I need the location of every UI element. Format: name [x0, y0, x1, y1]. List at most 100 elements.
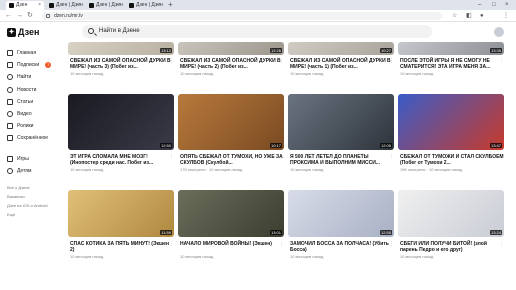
bookmark-icon: [7, 135, 13, 141]
video-thumbnail[interactable]: 10:27: [288, 42, 394, 55]
more-options-icon[interactable]: ⋮: [279, 154, 284, 160]
more-options-icon[interactable]: ⋮: [169, 154, 174, 160]
avatar[interactable]: [494, 27, 504, 37]
more-options-icon[interactable]: ⋮: [499, 58, 504, 64]
tab-close-icon[interactable]: ×: [38, 1, 41, 10]
video-duration: 11:59: [160, 230, 172, 235]
video-card[interactable]: 13:12 СВЕЖАЛ ИЗ САМОЙ ОПАСНОЙ ДУРКИ В МИР…: [68, 42, 174, 77]
more-options-icon[interactable]: ⋮: [169, 241, 174, 247]
video-title[interactable]: ОПЯТЬ СБЕЖАЛ ОТ ТУМОХИ, НО УЖЕ ЗА СКУЛБО…: [180, 154, 284, 166]
browser-tab[interactable]: Дзен ×: [6, 1, 44, 10]
tab-close-icon[interactable]: ×: [158, 1, 161, 10]
video-title[interactable]: ЭТ ИГРА СЛОМАЛА МНЕ МОЗГ! (Инопостер сре…: [70, 154, 174, 166]
footer-link-jobs[interactable]: Вакансии: [7, 194, 25, 199]
video-thumbnail[interactable]: 12:26: [178, 42, 284, 55]
video-card[interactable]: 12:50 ЭТ ИГРА СЛОМАЛА МНЕ МОЗГ! (Инопосте…: [68, 94, 174, 173]
video-title[interactable]: ЗАМОЧИЛ БОССА ЗА ПОЛЧАСА! (Убить Босса): [290, 241, 394, 253]
maximize-icon[interactable]: □: [492, 0, 496, 10]
video-thumbnail[interactable]: 10:17: [178, 94, 284, 150]
video-title[interactable]: СБЕЖАЛ ОТ ТУМОЖИ И СТАЛ СКУЛБОЕМ (Побег …: [400, 154, 504, 166]
video-duration: 13:12: [159, 48, 172, 53]
video-card[interactable]: 12:05 Я 500 ЛЕТ ЛЕТЕЛ ДО ПЛАНЕТЫ ПРОКСИМА…: [288, 94, 394, 173]
more-options-icon[interactable]: ⋮: [279, 241, 284, 247]
browser-tab[interactable]: Дзен | Дзен ×: [86, 1, 124, 10]
sidebar-item-saved[interactable]: Сохранённое: [7, 133, 48, 143]
browser-tab[interactable]: Дзен | Дзен ×: [46, 1, 84, 10]
search-icon: [88, 28, 94, 34]
video-duration: 12:05: [379, 143, 392, 148]
video-meta: 10 месяцев назад: [70, 254, 104, 259]
video-thumbnail[interactable]: 13:24: [398, 190, 504, 237]
sidebar-item-kids[interactable]: Детям: [7, 166, 31, 176]
video-thumbnail[interactable]: 12:05: [288, 94, 394, 150]
url-field[interactable]: dzen.ru/mr.tv: [42, 12, 442, 20]
more-options-icon[interactable]: ⋮: [279, 58, 284, 64]
more-options-icon[interactable]: ⋮: [389, 58, 394, 64]
minimize-icon[interactable]: –: [478, 0, 481, 10]
profile-icon[interactable]: ●: [480, 11, 484, 21]
sidebar-item-articles[interactable]: Статьи: [7, 97, 33, 107]
video-card[interactable]: 12:26 СВЕЖАЛ ИЗ САМОЙ ОПАСНОЙ ДУРКИ В МИР…: [178, 42, 284, 77]
video-thumbnail[interactable]: 13:12: [68, 42, 174, 55]
sidebar-item-video[interactable]: Видео: [7, 109, 32, 119]
tab-close-icon[interactable]: ×: [78, 1, 81, 10]
tab-close-icon[interactable]: ×: [118, 1, 121, 10]
forward-icon[interactable]: →: [16, 11, 23, 21]
sidebar-item-subscriptions[interactable]: Подписки 7: [7, 60, 52, 70]
video-title[interactable]: СВЕЖАЛ ИЗ САМОЙ ОПАСНОЙ ДУРКИ В МИРЕ! (ч…: [180, 58, 284, 70]
sidebar-item-search[interactable]: Найти: [7, 72, 31, 82]
more-options-icon[interactable]: ⋮: [169, 58, 174, 64]
video-card[interactable]: 13:35 ПОСЛЕ ЭТОЙ ИГРЫ Я НЕ СМОГУ НЕ СМАТЕ…: [398, 42, 504, 77]
browser-tab[interactable]: Дзен | Дзен ×: [126, 1, 164, 10]
video-thumbnail[interactable]: 13:35: [398, 42, 504, 55]
video-duration: 13:24: [489, 230, 502, 235]
address-bar: ← → ↻ dzen.ru/mr.tv ☆ ◧ ● ⋮: [0, 10, 516, 22]
video-card[interactable]: 11:59 СПАС КОТИКА ЗА ПЯТЬ МИНУТ! (Экшен 2…: [68, 190, 174, 260]
logo[interactable]: ✦ Дзен: [7, 27, 39, 37]
video-title[interactable]: Я 500 ЛЕТ ЛЕТЕЛ ДО ПЛАНЕТЫ ПРОКСИМА И ВЫ…: [290, 154, 394, 166]
video-card[interactable]: 10:17 ОПЯТЬ СБЕЖАЛ ОТ ТУМОХИ, НО УЖЕ ЗА С…: [178, 94, 284, 173]
footer-link-apps[interactable]: Дзен на iOS и Android: [7, 203, 48, 208]
video-card[interactable]: 13:01 НАЧАЛО МИРОВОЙ ВОЙНЫ! (Экшен) 10 мес…: [178, 190, 284, 260]
video-meta: 17К смотрели · 10 месяцев назад: [180, 167, 243, 172]
sidebar-item-clips[interactable]: Ролики: [7, 121, 33, 131]
browser-menu-icon[interactable]: ⋮: [503, 11, 509, 21]
video-title[interactable]: СВЕЖАЛ ИЗ САМОЙ ОПАСНОЙ ДУРКИ В МИРЕ! (ч…: [70, 58, 174, 70]
video-card[interactable]: 13:47 СБЕЖАЛ ОТ ТУМОЖИ И СТАЛ СКУЛБОЕМ (П…: [398, 94, 504, 173]
video-duration: 12:55: [379, 230, 392, 235]
more-options-icon[interactable]: ⋮: [389, 241, 394, 247]
back-icon[interactable]: ←: [5, 11, 12, 21]
video-title[interactable]: СВЕЖАЛ ИЗ САМОЙ ОПАСНОЙ ДУРКИ В МИРЕ! (ч…: [290, 58, 394, 70]
kids-icon: [7, 168, 13, 174]
video-card[interactable]: 10:27 СВЕЖАЛ ИЗ САМОЙ ОПАСНОЙ ДУРКИ В МИР…: [288, 42, 394, 77]
extensions-icon[interactable]: ◧: [466, 11, 472, 21]
video-thumbnail[interactable]: 13:47: [398, 94, 504, 150]
sidebar-item-home[interactable]: Главная: [7, 48, 36, 58]
sidebar-item-games[interactable]: Игры: [7, 154, 29, 164]
video-thumbnail[interactable]: 12:55: [288, 190, 394, 237]
video-card[interactable]: 12:55 ЗАМОЧИЛ БОССА ЗА ПОЛЧАСА! (Убить Бо…: [288, 190, 394, 260]
video-duration: 10:17: [269, 143, 282, 148]
reload-icon[interactable]: ↻: [27, 11, 33, 21]
window-close-icon[interactable]: ×: [505, 0, 509, 10]
video-title[interactable]: СПАС КОТИКА ЗА ПЯТЬ МИНУТ! (Экшен 2): [70, 241, 174, 253]
more-options-icon[interactable]: ⋮: [499, 154, 504, 160]
footer-link-about[interactable]: Всё о Дзене: [7, 185, 30, 190]
video-thumbnail[interactable]: 12:50: [68, 94, 174, 150]
video-title[interactable]: ПОСЛЕ ЭТОЙ ИГРЫ Я НЕ СМОГУ НЕ СМАТЕРИТСЯ…: [400, 58, 504, 70]
search-input[interactable]: Найти в Дзене: [82, 25, 432, 38]
sidebar-item-news[interactable]: Новости: [7, 85, 36, 95]
star-icon[interactable]: ☆: [452, 11, 457, 21]
video-duration: 13:35: [489, 48, 502, 53]
video-title[interactable]: СБЕГИ ИЛИ ПОЛУЧИ БИТОЙ! (злой парень Пед…: [400, 241, 504, 253]
more-options-icon[interactable]: ⋮: [389, 154, 394, 160]
video-thumbnail[interactable]: 13:01: [178, 190, 284, 237]
new-tab-icon[interactable]: +: [168, 0, 173, 10]
more-options-icon[interactable]: ⋮: [499, 241, 504, 247]
video-title[interactable]: НАЧАЛО МИРОВОЙ ВОЙНЫ! (Экшен): [180, 241, 284, 247]
video-meta: 10 месяцев назад: [290, 71, 324, 76]
tab-favicon-icon: [9, 3, 14, 8]
video-thumbnail[interactable]: 11:59: [68, 190, 174, 237]
footer-link-more[interactable]: Ещё: [7, 212, 15, 217]
video-card[interactable]: 13:24 СБЕГИ ИЛИ ПОЛУЧИ БИТОЙ! (злой парен…: [398, 190, 504, 260]
